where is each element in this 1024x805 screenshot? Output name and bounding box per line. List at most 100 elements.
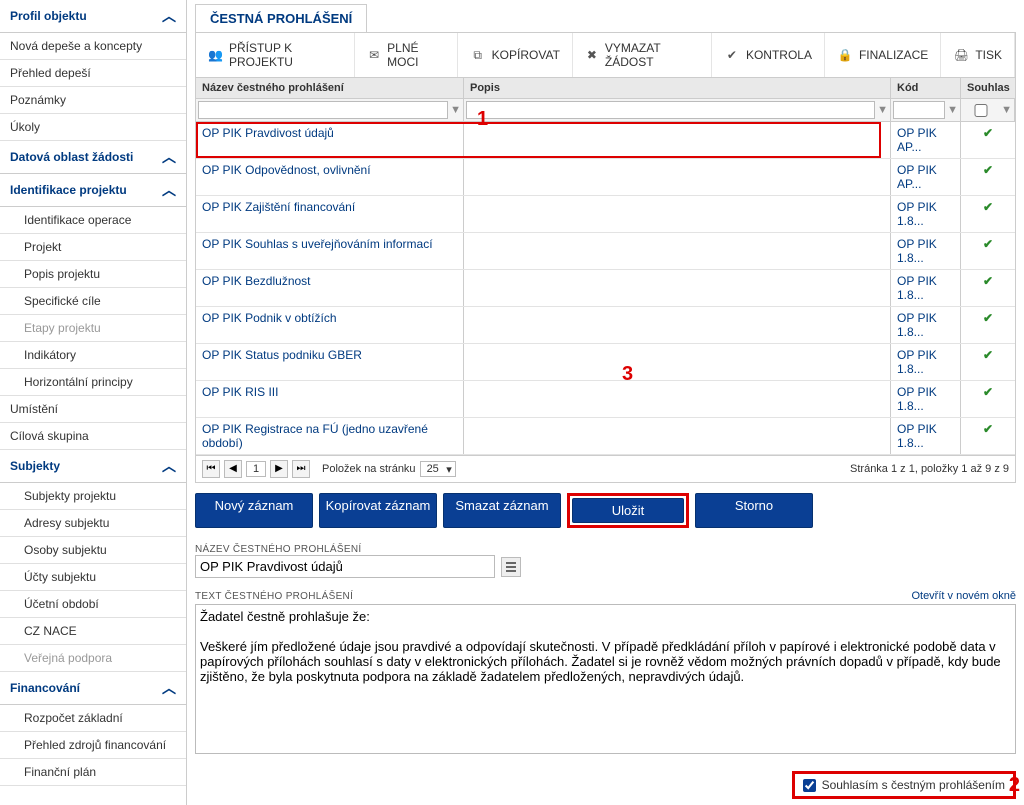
new-record-button[interactable]: Nový záznam — [195, 493, 313, 528]
table-row[interactable]: OP PIK Status podniku GBER OP PIK 1.8...… — [196, 344, 1015, 381]
cell-kod: OP PIK 1.8... — [891, 344, 961, 380]
col-header-souhlas[interactable]: Souhlas — [961, 78, 1015, 98]
sidebar-item-nova-depese[interactable]: Nová depeše a koncepty — [0, 33, 186, 60]
sidebar-item-osoby[interactable]: Osoby subjektu — [0, 537, 186, 564]
sidebar-item-horizontalni[interactable]: Horizontální principy — [0, 369, 186, 396]
sidebar-item-etapy[interactable]: Etapy projektu — [0, 315, 186, 342]
sidebar-section-identifikace[interactable]: Identifikace projektu ︿ — [0, 174, 186, 207]
sidebar-item-subjekty-projektu[interactable]: Subjekty projektu — [0, 483, 186, 510]
field-label-text: TEXT ČESTNÉHO PROHLÁŠENÍ — [195, 591, 353, 602]
field-label-name: NÁZEV ČESTNÉHO PROHLÁŠENÍ — [195, 544, 1016, 555]
sidebar-item-poznamky[interactable]: Poznámky — [0, 87, 186, 114]
pager-prev[interactable]: ◀ — [224, 460, 242, 478]
declaration-text-area[interactable] — [195, 604, 1016, 754]
sidebar-item-adresy[interactable]: Adresy subjektu — [0, 510, 186, 537]
sidebar-section-label: Financování — [10, 681, 80, 695]
table-row[interactable]: OP PIK Pravdivost údajů OP PIK AP... ✔ — [196, 122, 1015, 159]
sidebar-item-popis-projektu[interactable]: Popis projektu — [0, 261, 186, 288]
sidebar-item-umisteni[interactable]: Umístění — [0, 396, 186, 423]
toolbar-copy[interactable]: ⧉KOPÍROVAT — [458, 33, 573, 77]
cell-popis — [464, 159, 891, 195]
sidebar-item-rozpocet[interactable]: Rozpočet základní — [0, 705, 186, 732]
filter-icon[interactable]: ▼ — [1001, 104, 1012, 116]
filter-souhlas-checkbox[interactable] — [963, 104, 999, 117]
cell-kod: OP PIK AP... — [891, 122, 961, 158]
chevron-up-icon: ︿ — [162, 456, 176, 476]
filter-kod-input[interactable] — [893, 101, 945, 119]
toolbar-print[interactable]: 🖨TISK — [941, 33, 1015, 77]
toolbar-powers[interactable]: ✉PLNÉ MOCI — [355, 33, 457, 77]
table-row[interactable]: OP PIK Bezdlužnost OP PIK 1.8... ✔ — [196, 270, 1015, 307]
cell-popis — [464, 418, 891, 454]
toolbar-finalize[interactable]: 🔒FINALIZACE — [825, 33, 941, 77]
cell-popis — [464, 122, 891, 158]
declaration-name-input[interactable] — [195, 555, 495, 578]
cell-kod: OP PIK 1.8... — [891, 270, 961, 306]
filter-icon[interactable]: ▼ — [947, 104, 958, 116]
cell-name: OP PIK Zajištění financování — [196, 196, 464, 232]
people-icon: 👥 — [208, 47, 223, 63]
sidebar-item-identifikace-operace[interactable]: Identifikace operace — [0, 207, 186, 234]
copy-record-button[interactable]: Kopírovat záznam — [319, 493, 437, 528]
sidebar-section-profil[interactable]: Profil objektu ︿ — [0, 0, 186, 33]
open-new-window-link[interactable]: Otevřít v novém okně — [911, 590, 1016, 602]
pager-first[interactable]: ⏮ — [202, 460, 220, 478]
table-row[interactable]: OP PIK Souhlas s uveřejňováním informací… — [196, 233, 1015, 270]
toolbar-access[interactable]: 👥PŘÍSTUP K PROJEKTU — [196, 33, 355, 77]
sidebar-section-financovani[interactable]: Financování ︿ — [0, 672, 186, 705]
table-row[interactable]: OP PIK Zajištění financování OP PIK 1.8.… — [196, 196, 1015, 233]
sidebar-section-datova[interactable]: Datová oblast žádosti ︿ — [0, 141, 186, 174]
agree-checkbox[interactable] — [803, 779, 816, 792]
sidebar-item-financni-plan[interactable]: Finanční plán — [0, 759, 186, 786]
save-button[interactable]: Uložit — [572, 498, 684, 523]
sidebar-item-ucty[interactable]: Účty subjektu — [0, 564, 186, 591]
toolbar-label: PLNÉ MOCI — [387, 41, 445, 69]
sidebar-item-prehled-zdroju[interactable]: Přehled zdrojů financování — [0, 732, 186, 759]
sidebar-item-cznace[interactable]: CZ NACE — [0, 618, 186, 645]
cell-souhlas: ✔ — [961, 344, 1015, 380]
agree-highlight: Souhlasím s čestným prohlášením — [792, 771, 1016, 799]
declarations-grid: Název čestného prohlášení Popis Kód Souh… — [195, 78, 1016, 456]
detail-button[interactable] — [501, 557, 521, 577]
table-row[interactable]: OP PIK Registrace na FÚ (jedno uzavřené … — [196, 418, 1015, 455]
sidebar-item-prehled-depesi[interactable]: Přehled depeší — [0, 60, 186, 87]
action-row: Nový záznam Kopírovat záznam Smazat zázn… — [195, 493, 1016, 528]
sidebar-section-subjekty[interactable]: Subjekty ︿ — [0, 450, 186, 483]
sidebar-item-indikatory[interactable]: Indikátory — [0, 342, 186, 369]
filter-name-input[interactable] — [198, 101, 448, 119]
cell-name: OP PIK Pravdivost údajů — [196, 122, 464, 158]
col-header-popis[interactable]: Popis — [464, 78, 891, 98]
filter-popis-input[interactable] — [466, 101, 875, 119]
tab-cestna-prohlaseni[interactable]: ČESTNÁ PROHLÁŠENÍ — [195, 4, 367, 32]
sidebar-item-cilova-skupina[interactable]: Cílová skupina — [0, 423, 186, 450]
toolbar-check[interactable]: ✔KONTROLA — [712, 33, 825, 77]
cell-souhlas: ✔ — [961, 122, 1015, 158]
sidebar-item-ukoly[interactable]: Úkoly — [0, 114, 186, 141]
print-icon: 🖨 — [953, 47, 969, 63]
table-row[interactable]: OP PIK Podnik v obtížích OP PIK 1.8... ✔ — [196, 307, 1015, 344]
chevron-down-icon: ▾ — [446, 463, 452, 476]
table-row[interactable]: OP PIK RIS III OP PIK 1.8... ✔ — [196, 381, 1015, 418]
pager-perpage-select[interactable]: 25 ▾ — [420, 461, 456, 477]
sidebar-item-ucetni-obdobi[interactable]: Účetní období — [0, 591, 186, 618]
pager-next[interactable]: ▶ — [270, 460, 288, 478]
sidebar-item-specificke-cile[interactable]: Specifické cíle — [0, 288, 186, 315]
pager-last[interactable]: ⏭ — [292, 460, 310, 478]
sidebar-item-verejna-podpora[interactable]: Veřejná podpora — [0, 645, 186, 672]
cell-popis — [464, 307, 891, 343]
pager-page-number[interactable]: 1 — [246, 461, 266, 477]
col-header-kod[interactable]: Kód — [891, 78, 961, 98]
cancel-button[interactable]: Storno — [695, 493, 813, 528]
table-row[interactable]: OP PIK Odpovědnost, ovlivnění OP PIK AP.… — [196, 159, 1015, 196]
cell-name: OP PIK Odpovědnost, ovlivnění — [196, 159, 464, 195]
cell-souhlas: ✔ — [961, 196, 1015, 232]
filter-icon[interactable]: ▼ — [450, 104, 461, 116]
sidebar-item-projekt[interactable]: Projekt — [0, 234, 186, 261]
delete-record-button[interactable]: Smazat záznam — [443, 493, 561, 528]
filter-icon[interactable]: ▼ — [877, 104, 888, 116]
cell-name: OP PIK Registrace na FÚ (jedno uzavřené … — [196, 418, 464, 454]
col-header-name[interactable]: Název čestného prohlášení — [196, 78, 464, 98]
toolbar-label: KONTROLA — [746, 48, 812, 62]
chevron-up-icon: ︿ — [162, 147, 176, 167]
toolbar-delete[interactable]: ✖VYMAZAT ŽÁDOST — [573, 33, 712, 77]
